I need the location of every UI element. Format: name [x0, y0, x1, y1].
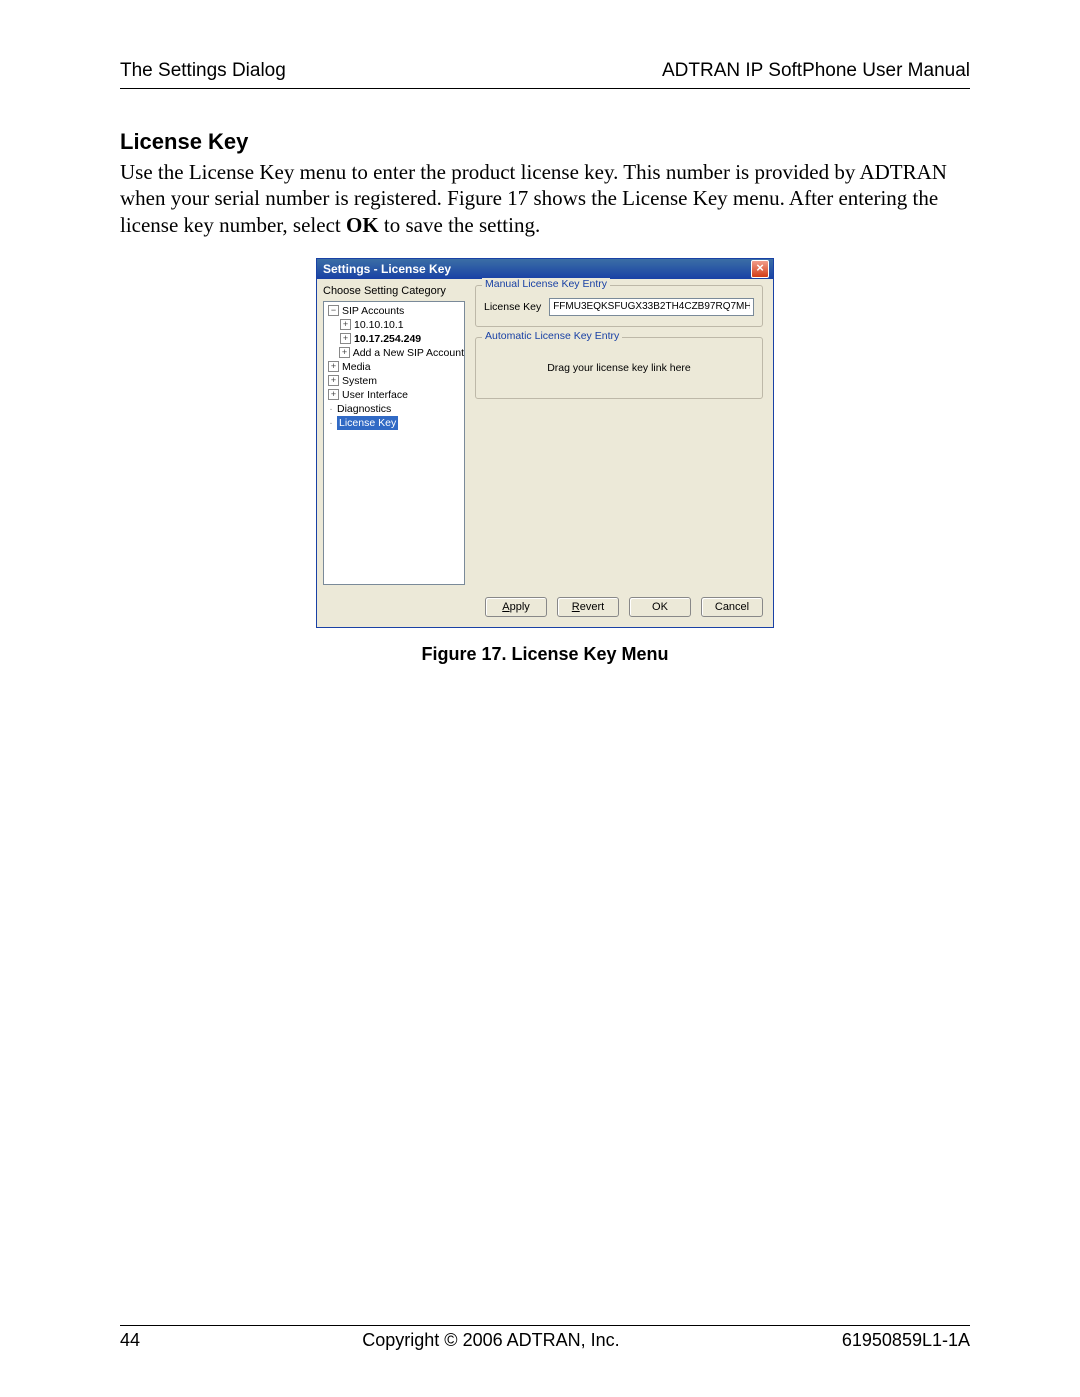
- sidebar-title: Choose Setting Category: [323, 285, 465, 297]
- paragraph-text-2: to save the setting.: [379, 213, 541, 237]
- auto-group-label: Automatic License Key Entry: [482, 330, 622, 342]
- tree-media[interactable]: + Media: [328, 360, 464, 374]
- plus-icon: +: [328, 389, 339, 400]
- dialog-button-row: Apply Revert OK Cancel: [317, 589, 773, 627]
- section-heading: License Key: [120, 129, 970, 155]
- license-key-input[interactable]: [549, 298, 754, 316]
- figure-caption: Figure 17. License Key Menu: [120, 644, 970, 665]
- plus-icon: +: [328, 375, 339, 386]
- plus-icon: +: [340, 333, 351, 344]
- tree-diagnostics[interactable]: · Diagnostics: [328, 402, 464, 416]
- paragraph-bold-ok: OK: [346, 213, 379, 237]
- tree-dot-icon: ·: [328, 416, 334, 430]
- license-key-label: License Key: [484, 301, 541, 313]
- cancel-button[interactable]: Cancel: [701, 597, 763, 617]
- apply-button[interactable]: Apply: [485, 597, 547, 617]
- tree-sip-accounts[interactable]: − SIP Accounts: [328, 304, 464, 318]
- tree-ip-1[interactable]: + 10.10.10.1: [328, 318, 464, 332]
- footer-page-number: 44: [120, 1330, 140, 1351]
- tree-license-key[interactable]: · License Key: [328, 416, 464, 430]
- plus-icon: +: [328, 361, 339, 372]
- category-tree[interactable]: − SIP Accounts + 10.10.10.1 + 10.17.254.…: [323, 301, 465, 585]
- tree-ip-2[interactable]: + 10.17.254.249: [328, 332, 464, 346]
- page-footer: 44 Copyright © 2006 ADTRAN, Inc. 6195085…: [120, 1325, 970, 1351]
- dialog-titlebar: Settings - License Key ×: [317, 259, 773, 279]
- plus-icon: +: [339, 347, 349, 358]
- manual-entry-group: Manual License Key Entry License Key: [475, 285, 763, 327]
- plus-icon: +: [340, 319, 351, 330]
- close-icon[interactable]: ×: [751, 260, 769, 278]
- auto-drop-hint[interactable]: Drag your license key link here: [484, 348, 754, 388]
- section-paragraph: Use the License Key menu to enter the pr…: [120, 159, 970, 238]
- footer-copyright: Copyright © 2006 ADTRAN, Inc.: [362, 1330, 619, 1351]
- manual-group-label: Manual License Key Entry: [482, 278, 610, 290]
- header-right: ADTRAN IP SoftPhone User Manual: [662, 60, 970, 82]
- tree-dot-icon: ·: [328, 402, 334, 416]
- revert-button[interactable]: Revert: [557, 597, 619, 617]
- tree-system[interactable]: + System: [328, 374, 464, 388]
- footer-doc-number: 61950859L1-1A: [842, 1330, 970, 1351]
- tree-add-sip[interactable]: + Add a New SIP Account: [328, 346, 464, 360]
- tree-user-interface[interactable]: + User Interface: [328, 388, 464, 402]
- ok-button[interactable]: OK: [629, 597, 691, 617]
- auto-entry-group: Automatic License Key Entry Drag your li…: [475, 337, 763, 399]
- minus-icon: −: [328, 305, 339, 316]
- dialog-title: Settings - License Key: [323, 262, 451, 276]
- running-header: The Settings Dialog ADTRAN IP SoftPhone …: [120, 60, 970, 89]
- settings-dialog: Settings - License Key × Choose Setting …: [316, 258, 774, 628]
- header-left: The Settings Dialog: [120, 60, 286, 82]
